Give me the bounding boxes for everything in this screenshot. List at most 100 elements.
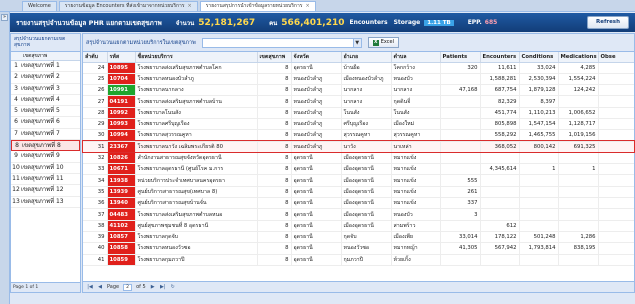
cell-medications: [558, 197, 599, 210]
cell-district: สุวรรณคูหา: [341, 129, 392, 142]
column-header[interactable]: จังหวัด: [291, 52, 342, 63]
cell-medications: [558, 208, 599, 221]
last-page-icon[interactable]: ▶|: [160, 284, 166, 290]
column-header[interactable]: รหัส: [107, 52, 136, 63]
cell-province: อุดรธานี: [291, 152, 342, 165]
table-row[interactable]: 27 04191 โรงพยาบาลส่งเสริมสุขภาพตำบลบ้าน 8 ห…: [83, 95, 634, 108]
cell-patients: [440, 95, 481, 108]
tab-welcome[interactable]: Welcome: [22, 1, 57, 11]
refresh-button[interactable]: Refresh: [587, 16, 629, 29]
table-row[interactable]: 28 10992 โรงพยาบาลโนนสัง 8 หนองบัวลำภู โนนสัง…: [83, 107, 634, 119]
table-row[interactable]: 40 10858 โรงพยาบาลหนองวัวซอ 8 อุดรธานี หนองวั…: [83, 242, 634, 255]
column-header[interactable]: อำเภอ: [341, 52, 392, 63]
cell-medications: [558, 174, 599, 187]
column-header[interactable]: Medications: [558, 52, 599, 63]
table-row[interactable]: 32 10826 สำนักงานสาธารณสุขจังหวัดอุดรธานี 8…: [83, 152, 634, 165]
zone-item[interactable]: 13 เขตสุขภาพที่ 13: [11, 197, 80, 208]
cell-code: 10704: [107, 73, 136, 86]
cell-province: อุดรธานี: [291, 62, 342, 74]
zone-item[interactable]: 4 เขตสุขภาพที่ 4: [11, 95, 80, 107]
cell-subdistrict: โคกกว้าง: [391, 62, 441, 74]
zone-panel-header: เขตสุขภาพ: [11, 52, 80, 61]
table-row[interactable]: 30 10994 โรงพยาบาลสุวรรณคูหา 8 หนองบัวลำภู สุ…: [83, 129, 634, 142]
table-row[interactable]: 29 10993 โรงพยาบาลศรีบุญเรือง 8 หนองบัวลำภูศ…: [83, 118, 634, 131]
table-row[interactable]: 41 10859 โรงพยาบาลกุมภวาปี 8 อุดรธานี กุมภวาป…: [83, 254, 634, 266]
table-row[interactable]: 33 10671 โรงพยาบาลอุดรธานี (ศูนย์โรค ม.การ…: [83, 163, 634, 176]
table-row[interactable]: 38 41102 ศูนย์สุขภาพชุมชนที่ 8 อุดรธานี 8 อุ…: [83, 220, 634, 232]
cell-no: 40: [83, 242, 108, 255]
zone-item[interactable]: 10 เขตสุขภาพที่ 10: [11, 163, 80, 174]
column-header[interactable]: ตำบล: [391, 52, 441, 63]
cell-no: 39: [83, 231, 108, 244]
cell-no: 41: [83, 254, 108, 266]
excel-icon: X: [372, 39, 379, 46]
tab-summary-report[interactable]: รายงานสรุปการนำเข้าข้อมูลรายหน่วยบริการ ×: [199, 1, 316, 11]
cell-no: 36: [83, 197, 108, 210]
prev-page-icon[interactable]: ◀: [97, 284, 103, 290]
cell-observations: [598, 231, 634, 244]
cell-medications: 1,286: [558, 231, 599, 244]
zone-item-label: เขตสุขภาพที่ 9: [21, 152, 60, 160]
column-header[interactable]: Patients: [440, 52, 481, 63]
excel-export-button[interactable]: X Excel: [367, 37, 399, 48]
column-header[interactable]: ลำดับ: [83, 52, 108, 63]
zone-item[interactable]: 2 เขตสุขภาพที่ 2: [11, 72, 80, 84]
page-input[interactable]: 2: [123, 283, 133, 291]
cell-observations: [598, 107, 634, 119]
filter-combo[interactable]: ▼: [201, 37, 362, 48]
next-page-icon[interactable]: ▶: [150, 284, 156, 290]
zone-item[interactable]: 1 เขตสุขภาพที่ 1: [11, 61, 80, 73]
cell-medications: 1,128,717: [558, 118, 599, 131]
tab-encounters-report[interactable]: รายงานข้อมูล Encounters ที่ส่งเข้ามาจากห…: [58, 1, 198, 11]
left-collapse-strip[interactable]: »: [0, 0, 10, 304]
col-zone-header[interactable]: เขตสุขภาพ: [23, 52, 47, 60]
cell-medications: [558, 95, 599, 108]
table-row[interactable]: 25 10704 โรงพยาบาลหนองบัวลำภู 8 หนองบัวลำภูเ…: [83, 73, 634, 86]
zone-item[interactable]: 11 เขตสุขภาพที่ 11: [11, 174, 80, 186]
cell-conditions: 1,465,755: [519, 129, 559, 142]
col-num-header[interactable]: [13, 52, 23, 60]
zone-item[interactable]: 12 เขตสุขภาพที่ 12: [11, 185, 80, 197]
table-row[interactable]: 35 13939 ศูนย์บริการสาธารณสุข(เทศบาล 8) 8 อุ…: [83, 186, 634, 199]
zone-item[interactable]: 3 เขตสุขภาพที่ 3: [11, 84, 80, 95]
app-window: » Welcome รายงานข้อมูล Encounters ที่ส่ง…: [0, 0, 635, 304]
table-row[interactable]: 39 10857 โรงพยาบาลกุดจับ 8 อุดรธานี กุดจับ เมื…: [83, 231, 634, 244]
column-header[interactable]: เขตสุขภาพ: [257, 52, 292, 63]
cell-name: ศูนย์สุขภาพชุมชนที่ 8 อุดรธานี: [135, 220, 258, 232]
zone-item[interactable]: 7 เขตสุขภาพที่ 7: [11, 129, 80, 141]
table-row[interactable]: 31 23367 โรงพยาบาลนาวัง เฉลิมพระเกียรติ 80…: [83, 141, 634, 153]
first-page-icon[interactable]: |◀: [87, 284, 93, 290]
cell-subdistrict: สามพร้าว: [391, 220, 441, 232]
table-row[interactable]: 26 10991 โรงพยาบาลนากลาง 8 หนองบัวลำภู นากลาง…: [83, 84, 634, 97]
cell-no: 29: [83, 118, 108, 131]
close-icon[interactable]: ×: [188, 3, 192, 9]
column-header[interactable]: Obse: [598, 52, 634, 63]
refresh-icon[interactable]: ↻: [170, 284, 176, 290]
zone-item[interactable]: 8 เขตสุขภาพที่ 8: [11, 140, 80, 152]
table-row[interactable]: 36 13940 ศูนย์บริการสาธารณสุขบ้านจั่น 8 อุดร…: [83, 197, 634, 210]
chevron-down-icon[interactable]: ▼: [352, 38, 361, 47]
table-row[interactable]: 37 04483 โรงพยาบาลส่งเสริมสุขภาพตำบลหนอ 8 อุ…: [83, 208, 634, 221]
cell-zone: 8: [257, 129, 292, 142]
cell-subdistrict: หนองบัว: [391, 208, 441, 221]
expand-icon[interactable]: »: [1, 14, 8, 21]
table-row[interactable]: 24 10895 โรงพยาบาลส่งเสริมสุขภาพตำบลโคก 8 อุ…: [83, 62, 634, 74]
zone-item[interactable]: 6 เขตสุขภาพที่ 6: [11, 117, 80, 129]
table-row[interactable]: 34 13938 หน่วยบริการประจำเทศบาลนครอุดรธา 8 อ…: [83, 174, 634, 187]
column-header[interactable]: Conditions: [519, 52, 559, 63]
close-icon[interactable]: ×: [305, 3, 309, 9]
column-header[interactable]: Encounters: [480, 52, 520, 63]
cell-subdistrict: หนองบัว: [391, 73, 441, 86]
cell-province: หนองบัวลำภู: [291, 73, 342, 86]
cell-conditions: [519, 152, 559, 165]
zone-item[interactable]: 9 เขตสุขภาพที่ 9: [11, 151, 80, 163]
cell-subdistrict: หมากหญ้า: [391, 242, 441, 255]
zone-panel-title: สรุปจำนวนแยกตามเขตสุขภาพ: [11, 34, 80, 52]
cell-conditions: 1,547,154: [519, 118, 559, 131]
cell-medications: 691,325: [558, 141, 599, 153]
cell-code: 10671: [107, 163, 136, 176]
zone-item[interactable]: 5 เขตสุขภาพที่ 5: [11, 106, 80, 118]
cell-name: โรงพยาบาลกุดจับ: [135, 231, 258, 244]
column-header[interactable]: ชื่อหน่วยบริการ: [135, 52, 258, 63]
cell-province: หนองบัวลำภู: [291, 129, 342, 142]
